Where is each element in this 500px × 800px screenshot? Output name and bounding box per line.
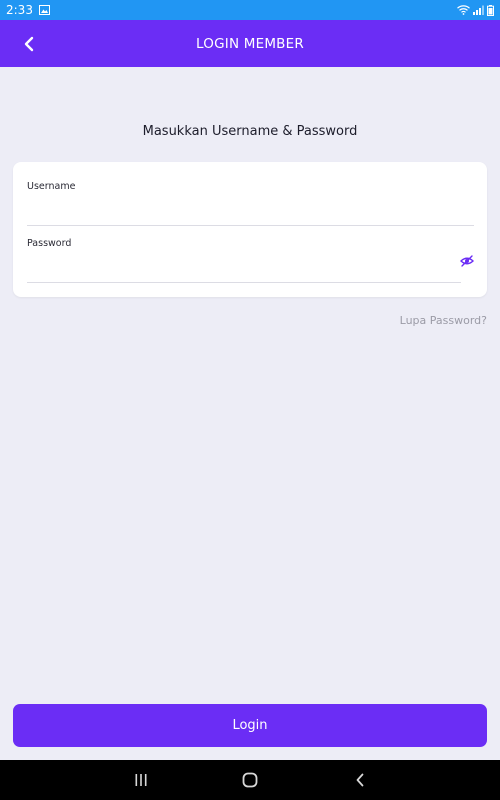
back-button[interactable] xyxy=(16,31,42,57)
status-bar: 2:33 xyxy=(0,0,500,20)
login-button[interactable]: Login xyxy=(13,704,487,747)
status-time: 2:33 xyxy=(6,3,33,17)
home-button[interactable] xyxy=(240,770,260,790)
recent-apps-icon xyxy=(135,774,147,786)
wifi-icon xyxy=(457,5,470,15)
recent-apps-button[interactable] xyxy=(131,770,151,790)
password-label: Password xyxy=(27,238,72,249)
signal-icon xyxy=(473,5,484,15)
eye-toggle-icon xyxy=(460,255,474,267)
gallery-icon xyxy=(38,5,50,15)
password-input[interactable] xyxy=(27,255,447,275)
form-heading: Masukkan Username & Password xyxy=(142,124,358,139)
password-visibility-toggle[interactable] xyxy=(459,253,475,269)
password-underline xyxy=(27,282,461,283)
app-bar: LOGIN MEMBER xyxy=(0,20,500,67)
home-icon xyxy=(242,772,258,788)
username-label: Username xyxy=(27,181,76,192)
login-screen: 2:33 LOGIN MEMBER Masukkan Username & Pa… xyxy=(0,0,500,800)
forgot-password-link[interactable]: Lupa Password? xyxy=(400,314,487,327)
page-title: LOGIN MEMBER xyxy=(196,35,304,52)
system-nav-bar xyxy=(0,760,500,800)
chevron-left-icon xyxy=(24,36,34,52)
system-back-button[interactable] xyxy=(350,770,370,790)
back-icon xyxy=(356,773,364,787)
battery-icon xyxy=(487,4,494,16)
login-form-card: Username Password xyxy=(13,162,487,297)
username-input[interactable] xyxy=(27,198,473,218)
status-indicators xyxy=(457,4,494,16)
username-underline xyxy=(27,225,474,226)
